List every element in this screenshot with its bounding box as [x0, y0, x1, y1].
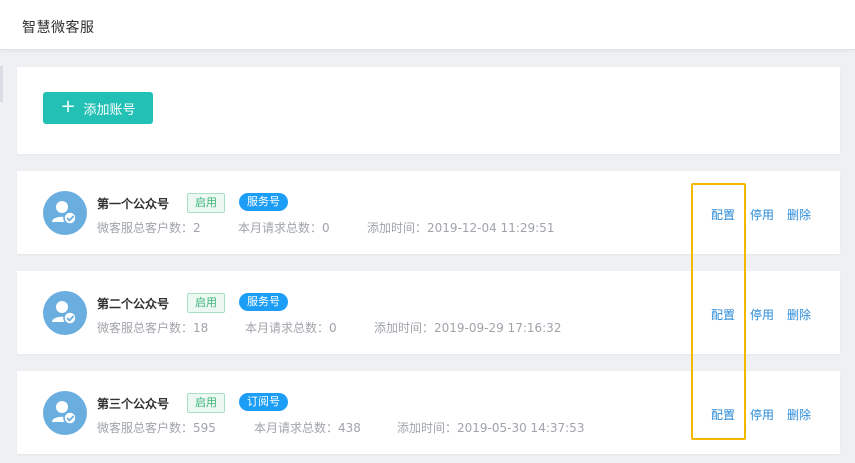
account-type-badge: 服务号 — [239, 293, 288, 311]
top-bar: 智慧微客服 — [0, 0, 855, 50]
added-time: 添加时间：2019-09-29 17:16:32 — [374, 321, 562, 335]
account-row: 第三个公众号 启用 订阅号 微客服总客户数：595 本月请求总数：438 添加时… — [17, 371, 840, 454]
add-account-button[interactable]: + 添加账号 — [43, 92, 153, 124]
account-avatar-icon — [43, 291, 87, 335]
account-name: 第三个公众号 — [97, 397, 170, 411]
added-time: 添加时间：2019-12-04 11:29:51 — [367, 221, 555, 235]
delete-link[interactable]: 删除 — [787, 306, 811, 323]
disable-link[interactable]: 停用 — [750, 306, 774, 323]
account-avatar-icon — [43, 191, 87, 235]
customer-count: 微客服总客户数：2 — [97, 221, 201, 235]
config-link[interactable]: 配置 — [711, 206, 735, 223]
account-name: 第二个公众号 — [97, 297, 170, 311]
disable-link[interactable]: 停用 — [750, 406, 774, 423]
account-name: 第一个公众号 — [97, 197, 170, 211]
plus-icon: + — [60, 96, 76, 117]
delete-link[interactable]: 删除 — [787, 206, 811, 223]
account-avatar-icon — [43, 391, 87, 435]
request-count: 本月请求总数：0 — [245, 321, 337, 335]
status-badge: 启用 — [187, 393, 225, 413]
disable-link[interactable]: 停用 — [750, 206, 774, 223]
add-account-label: 添加账号 — [83, 102, 136, 118]
app-title: 智慧微客服 — [22, 20, 95, 36]
request-count: 本月请求总数：438 — [254, 421, 361, 435]
customer-count: 微客服总客户数：18 — [97, 321, 209, 335]
delete-link[interactable]: 删除 — [787, 406, 811, 423]
config-link[interactable]: 配置 — [711, 406, 735, 423]
added-time: 添加时间：2019-05-30 14:37:53 — [397, 421, 585, 435]
config-link[interactable]: 配置 — [711, 306, 735, 323]
account-row: 第一个公众号 启用 服务号 微客服总客户数：2 本月请求总数：0 添加时间：20… — [17, 171, 840, 254]
customer-count: 微客服总客户数：595 — [97, 421, 216, 435]
request-count: 本月请求总数：0 — [238, 221, 330, 235]
status-badge: 启用 — [187, 193, 225, 213]
sidebar-edge — [0, 66, 3, 102]
status-badge: 启用 — [187, 293, 225, 313]
toolbar-panel: + 添加账号 — [17, 67, 840, 154]
account-row: 第二个公众号 启用 服务号 微客服总客户数：18 本月请求总数：0 添加时间：2… — [17, 271, 840, 354]
account-type-badge: 订阅号 — [239, 393, 288, 411]
account-type-badge: 服务号 — [239, 193, 288, 211]
